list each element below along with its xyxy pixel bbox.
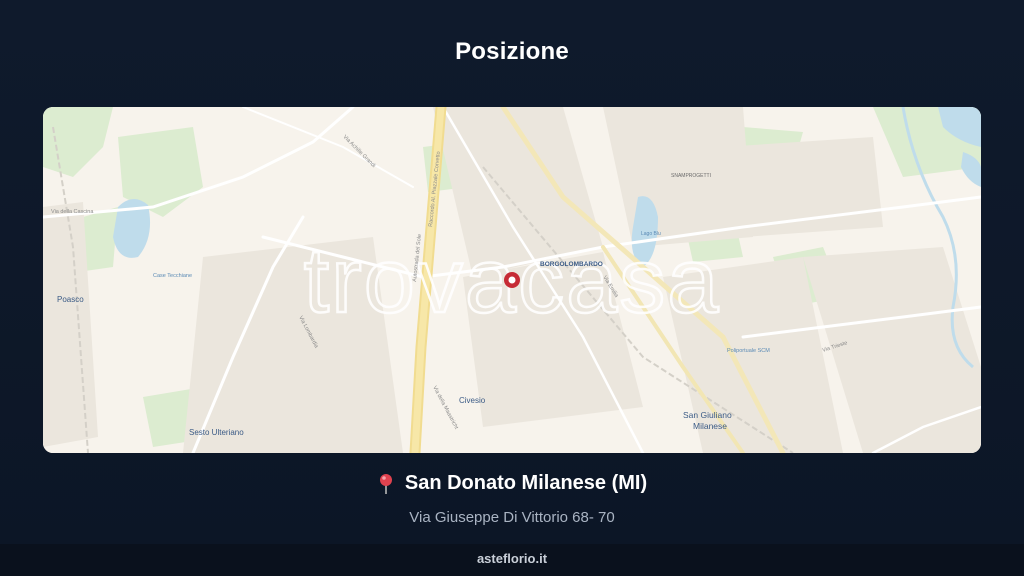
label-borgolombardo: BORGOLOMBARDO	[540, 261, 603, 268]
label-poliportuale: Poliportuale SCM	[727, 348, 770, 354]
label-snamprogetti: SNAMPROGETTI	[671, 173, 711, 179]
location-marker[interactable]	[504, 272, 520, 288]
page-title: Posizione	[455, 38, 569, 65]
location-address: Via Giuseppe Di Vittorio 68- 70	[409, 508, 615, 526]
label-san-giuliano-1: San Giuliano	[683, 410, 732, 420]
label-civesio: Civesio	[459, 396, 486, 405]
footer-site: asteflorio.it	[476, 551, 548, 566]
footer: asteflorio.it	[0, 544, 1024, 576]
street-via-della-cascina: Via della Cascina	[51, 209, 94, 215]
label-case-tecchiane: Case Tecchiane	[153, 273, 192, 279]
label-poasco: Poasco	[57, 295, 84, 304]
marker-center	[508, 276, 516, 284]
location-title-row: San Donato Milanese (MI)	[377, 472, 647, 495]
label-san-giuliano-2: Milanese	[693, 421, 727, 431]
map[interactable]: trovacasa Poasco Sesto Ulteriano Civesio…	[43, 107, 981, 453]
location-info: San Donato Milanese (MI) Via Giuseppe Di…	[0, 472, 1024, 526]
label-sesto-ulteriano: Sesto Ulteriano	[189, 428, 244, 437]
label-lago-blu: Lago Blu	[641, 231, 661, 237]
location-city: San Donato Milanese (MI)	[404, 472, 648, 494]
map-canvas[interactable]: trovacasa Poasco Sesto Ulteriano Civesio…	[43, 107, 981, 453]
round-pushpin-icon	[377, 473, 395, 495]
